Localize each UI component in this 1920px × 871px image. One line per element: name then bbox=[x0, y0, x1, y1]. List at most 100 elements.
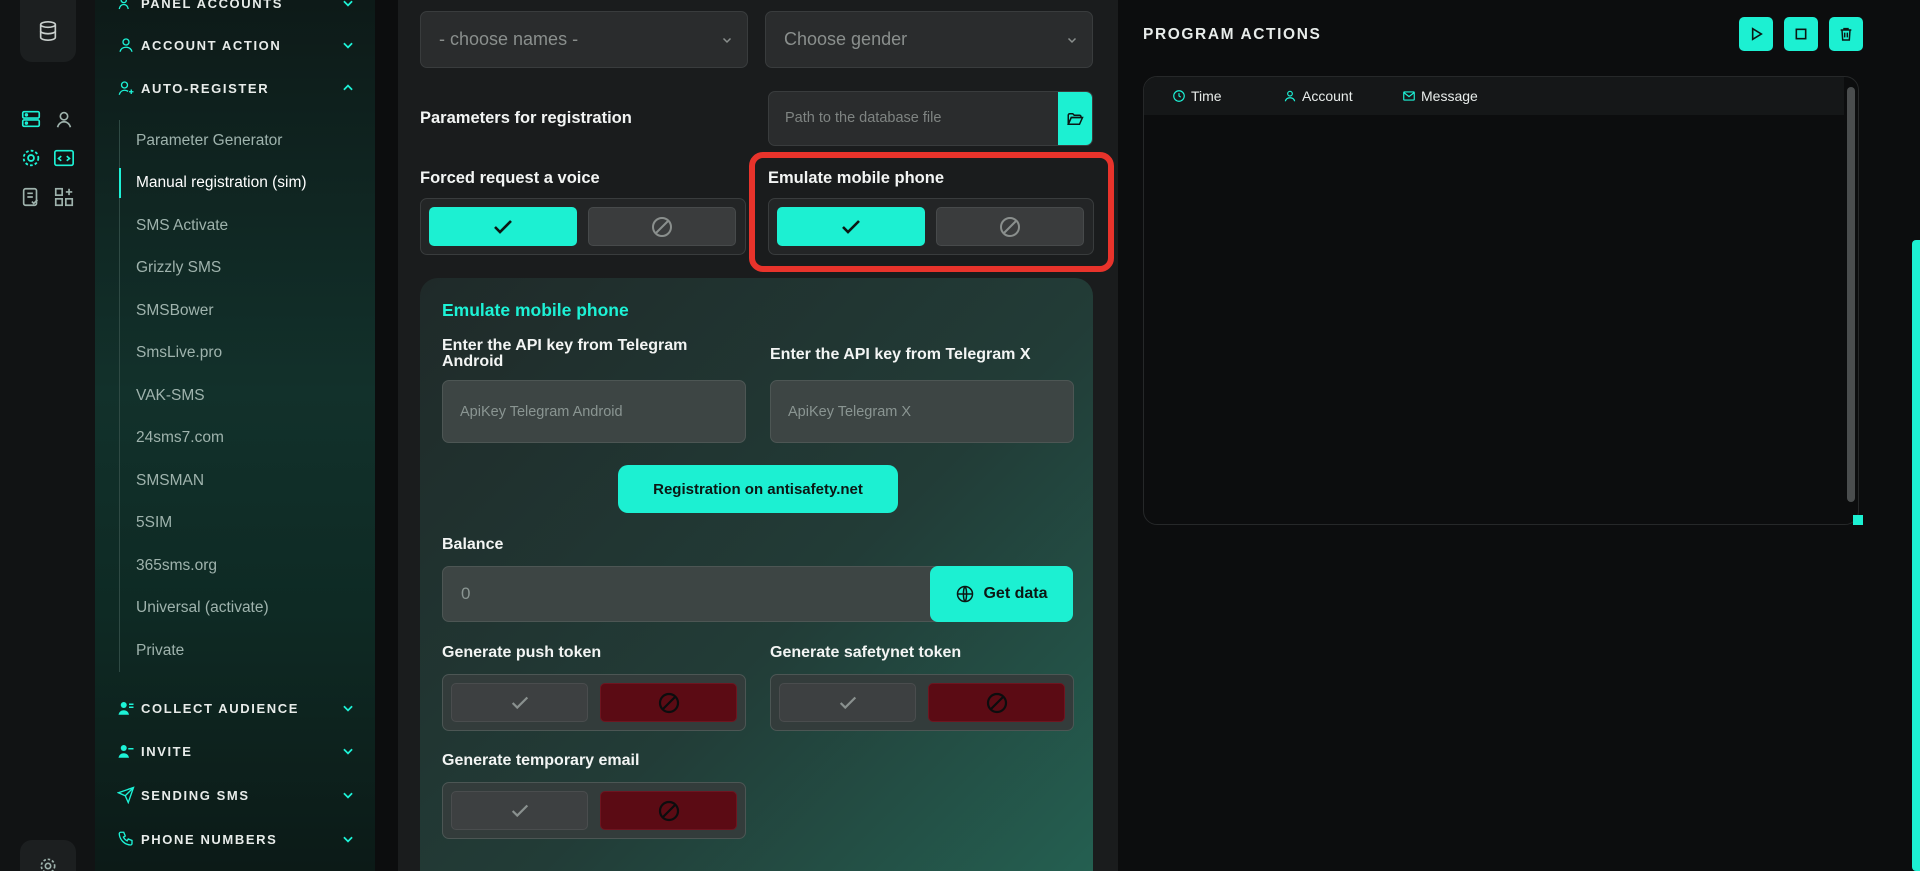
forced-voice-toggle bbox=[420, 198, 746, 255]
push-token-yes-button[interactable] bbox=[451, 683, 588, 722]
accounts-icon bbox=[118, 0, 129, 10]
block-icon bbox=[658, 800, 679, 821]
db-path-field[interactable]: Path to the database file bbox=[768, 91, 1093, 146]
program-actions-panel: PROGRAM ACTIONS Time Account Message bbox=[1118, 0, 1920, 871]
submenu-item-24sms7[interactable]: 24sms7.com bbox=[120, 423, 349, 453]
play-icon bbox=[1751, 27, 1763, 41]
user-icon bbox=[1284, 90, 1296, 102]
emulate-settings-card: Emulate mobile phone Enter the API key f… bbox=[420, 278, 1093, 871]
block-icon bbox=[658, 692, 679, 713]
checklist-icon[interactable] bbox=[20, 186, 42, 208]
api-android-input[interactable]: ApiKey Telegram Android bbox=[442, 380, 746, 443]
get-data-button[interactable]: Get data bbox=[930, 566, 1073, 622]
block-icon bbox=[652, 216, 672, 237]
mail-icon bbox=[1403, 91, 1415, 101]
cog-icon bbox=[40, 858, 56, 871]
nav-section-sending-sms[interactable]: SENDING SMS bbox=[117, 784, 355, 806]
stop-button[interactable] bbox=[1784, 17, 1818, 51]
db-path-placeholder: Path to the database file bbox=[785, 110, 942, 126]
server-list-icon[interactable] bbox=[20, 108, 42, 130]
submenu-item-sms-activate[interactable]: SMS Activate bbox=[120, 211, 349, 241]
user-add-icon bbox=[118, 81, 134, 95]
nav-section-collect-audience[interactable]: COLLECT AUDIENCE bbox=[117, 697, 355, 719]
database-button[interactable] bbox=[20, 0, 76, 62]
temp-email-toggle bbox=[442, 782, 746, 839]
chevron-down-icon bbox=[343, 792, 353, 799]
balance-field: 0 bbox=[442, 566, 972, 622]
submenu-item-365sms[interactable]: 365sms.org bbox=[120, 551, 349, 581]
submenu-item-smsbower[interactable]: SMSBower bbox=[120, 296, 349, 326]
user-icon bbox=[119, 38, 133, 52]
chevron-down-icon bbox=[343, 836, 353, 843]
temp-email-no-button[interactable] bbox=[600, 791, 737, 830]
forced-voice-no-button[interactable] bbox=[588, 207, 736, 246]
check-icon bbox=[511, 696, 528, 709]
submenu-item-universal[interactable]: Universal (activate) bbox=[120, 593, 349, 623]
api-android-placeholder: ApiKey Telegram Android bbox=[460, 403, 623, 420]
chevron-down-icon bbox=[343, 0, 353, 7]
check-icon bbox=[511, 804, 528, 817]
nav-section-invite[interactable]: INVITE bbox=[117, 740, 355, 762]
highlight-annotation bbox=[749, 152, 1114, 272]
safetynet-label: Generate safetynet token bbox=[770, 644, 962, 661]
browse-folder-button[interactable] bbox=[1058, 92, 1092, 145]
users-icon bbox=[118, 702, 134, 715]
submenu-item-smslive[interactable]: SmsLive.pro bbox=[120, 338, 349, 368]
log-header: Time Account Message bbox=[1144, 77, 1844, 115]
icon-rail bbox=[0, 0, 95, 871]
app-settings-button[interactable] bbox=[20, 840, 76, 871]
page-scrollbar[interactable] bbox=[1912, 240, 1920, 871]
nav-section-panel-accounts[interactable]: PANEL ACCOUNTS bbox=[117, 0, 355, 14]
safetynet-yes-button[interactable] bbox=[779, 683, 916, 722]
api-x-label: Enter the API key from Telegram X bbox=[770, 346, 1031, 363]
widgets-icon[interactable] bbox=[53, 186, 75, 208]
submenu-item-manual-registration[interactable]: Manual registration (sim) bbox=[119, 168, 348, 198]
api-x-input[interactable]: ApiKey Telegram X bbox=[770, 380, 1074, 443]
log-scrollbar[interactable] bbox=[1847, 87, 1855, 502]
card-title: Emulate mobile phone bbox=[442, 300, 629, 320]
nav-section-phone-numbers[interactable]: PHONE NUMBERS bbox=[117, 828, 355, 850]
code-window-icon[interactable] bbox=[53, 147, 75, 169]
submenu-item-private[interactable]: Private bbox=[120, 636, 349, 666]
stop-icon bbox=[1795, 28, 1807, 40]
chevron-down-icon bbox=[343, 705, 353, 712]
chevron-down-icon bbox=[343, 42, 353, 49]
push-token-no-button[interactable] bbox=[600, 683, 737, 722]
auto-register-submenu: Parameter Generator Manual registration … bbox=[119, 120, 349, 672]
invite-user-icon bbox=[118, 745, 134, 758]
clock-icon bbox=[1173, 90, 1185, 102]
gender-select-value: Choose gender bbox=[784, 29, 908, 49]
log-resize-handle[interactable] bbox=[1853, 515, 1863, 525]
submenu-item-parameter-generator[interactable]: Parameter Generator bbox=[120, 126, 349, 156]
nav-section-auto-register[interactable]: AUTO-REGISTER bbox=[117, 77, 355, 99]
temp-email-yes-button[interactable] bbox=[451, 791, 588, 830]
submenu-item-grizzly-sms[interactable]: Grizzly SMS bbox=[120, 253, 349, 283]
gender-select[interactable]: Choose gender bbox=[765, 11, 1093, 68]
chevron-down-icon bbox=[343, 748, 353, 755]
submenu-item-5sim[interactable]: 5SIM bbox=[120, 508, 349, 538]
play-button[interactable] bbox=[1739, 17, 1773, 51]
user-location-icon[interactable] bbox=[53, 108, 75, 130]
nav-section-label: ACCOUNT ACTION bbox=[141, 37, 282, 53]
column-time[interactable]: Time bbox=[1172, 77, 1222, 115]
submenu-item-vak-sms[interactable]: VAK-SMS bbox=[120, 381, 349, 411]
temp-email-label: Generate temporary email bbox=[442, 752, 640, 769]
column-message[interactable]: Message bbox=[1402, 77, 1478, 115]
chevron-down-icon bbox=[722, 37, 732, 44]
nav-section-label: INVITE bbox=[141, 743, 193, 759]
forced-voice-yes-button[interactable] bbox=[429, 207, 577, 246]
register-antisafety-button[interactable]: Registration on antisafety.net bbox=[618, 465, 898, 513]
names-select[interactable]: - choose names - bbox=[420, 11, 748, 68]
safetynet-no-button[interactable] bbox=[928, 683, 1065, 722]
submenu-item-smsman[interactable]: SMSMAN bbox=[120, 466, 349, 496]
push-token-toggle bbox=[442, 674, 746, 731]
column-account[interactable]: Account bbox=[1283, 77, 1353, 115]
nav-section-account-action[interactable]: ACCOUNT ACTION bbox=[117, 34, 355, 56]
database-icon bbox=[39, 21, 57, 41]
folder-open-icon bbox=[1067, 112, 1084, 125]
api-android-label: Enter the API key from Telegram Android bbox=[442, 337, 688, 370]
api-x-placeholder: ApiKey Telegram X bbox=[788, 403, 912, 420]
trash-icon bbox=[1840, 27, 1852, 41]
settings-gear-icon[interactable] bbox=[20, 147, 42, 169]
clear-log-button[interactable] bbox=[1829, 17, 1863, 51]
